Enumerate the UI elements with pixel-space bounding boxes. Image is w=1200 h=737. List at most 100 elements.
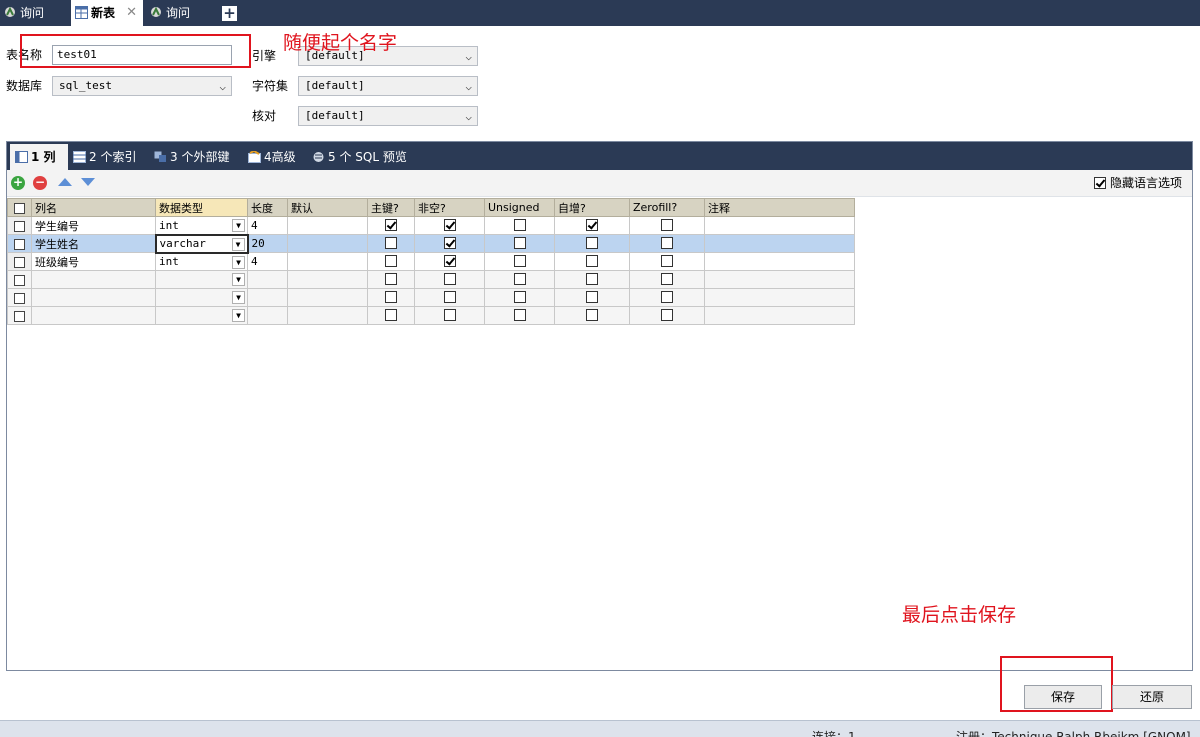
tab-new-table[interactable]: 新表 ✕ — [71, 0, 143, 26]
cell-length[interactable]: 4 — [247, 252, 288, 271]
zerofill-checkbox[interactable] — [661, 219, 673, 231]
auto-increment-checkbox[interactable] — [586, 219, 598, 231]
cell-comment[interactable] — [704, 252, 855, 271]
primary-key-checkbox[interactable] — [385, 237, 397, 249]
cell-primary-key[interactable] — [367, 252, 415, 271]
row-select-checkbox[interactable] — [7, 252, 32, 271]
cell-unsigned[interactable] — [484, 216, 555, 235]
cell-zerofill[interactable] — [629, 252, 705, 271]
cell-unsigned[interactable] — [484, 252, 555, 271]
cell-zerofill[interactable] — [629, 216, 705, 235]
cell-default[interactable] — [287, 288, 368, 307]
not-null-checkbox[interactable] — [443, 291, 456, 303]
cell-unsigned[interactable] — [484, 306, 555, 325]
unsigned-checkbox[interactable] — [513, 309, 526, 321]
cell-data-type[interactable]: ▼ — [155, 306, 248, 325]
cell-not-null[interactable] — [414, 270, 485, 289]
cell-auto-increment[interactable] — [554, 306, 630, 325]
collation-select[interactable]: [default] ⌵ — [298, 106, 478, 126]
tab-foreign-keys[interactable]: 3 个外部键 — [149, 144, 241, 170]
primary-key-checkbox[interactable] — [385, 291, 397, 303]
row-select-checkbox[interactable] — [7, 234, 32, 253]
table-row[interactable]: ▼ — [7, 306, 855, 325]
row-select-checkbox[interactable] — [7, 306, 32, 325]
tab-indexes[interactable]: 2 个索引 — [68, 144, 148, 170]
cell-column-name[interactable] — [31, 270, 156, 289]
tab-query-1[interactable]: 询问 — [0, 0, 68, 26]
select-all-checkbox[interactable] — [7, 198, 32, 217]
header-unsigned[interactable]: Unsigned — [484, 198, 555, 217]
cell-column-name[interactable] — [31, 288, 156, 307]
move-down-icon[interactable] — [81, 178, 95, 186]
tab-sql-preview[interactable]: 5 个 SQL 预览 — [307, 144, 423, 170]
zerofill-checkbox[interactable] — [661, 237, 673, 249]
cell-length[interactable]: 4 — [247, 216, 288, 235]
tab-query-2[interactable]: 询问 — [146, 0, 216, 26]
unsigned-checkbox[interactable] — [513, 291, 526, 303]
cell-unsigned[interactable] — [484, 270, 555, 289]
cell-not-null[interactable] — [414, 252, 485, 271]
not-null-checkbox[interactable] — [443, 255, 456, 267]
header-primary-key[interactable]: 主键? — [367, 198, 415, 217]
cell-auto-increment[interactable] — [554, 288, 630, 307]
cell-length[interactable] — [247, 306, 288, 325]
chevron-down-icon[interactable]: ▼ — [232, 255, 245, 269]
chevron-down-icon[interactable]: ▼ — [232, 273, 245, 286]
save-button[interactable]: 保存 — [1024, 685, 1102, 709]
chevron-down-icon[interactable]: ▼ — [232, 291, 245, 304]
primary-key-checkbox[interactable] — [385, 273, 397, 285]
cell-data-type[interactable]: int ▼ — [155, 216, 248, 235]
header-column-name[interactable]: 列名 — [31, 198, 156, 217]
database-select[interactable]: sql_test ⌵ — [52, 76, 232, 96]
table-row[interactable]: 学生姓名 varchar ▼ 20 — [7, 233, 855, 254]
tab-columns[interactable]: 1 列 — [10, 144, 68, 170]
cell-default[interactable] — [287, 216, 368, 235]
delete-column-icon[interactable]: − — [33, 176, 47, 190]
not-null-checkbox[interactable] — [443, 219, 456, 231]
cell-data-type[interactable]: varchar ▼ — [154, 233, 249, 254]
cell-default[interactable] — [287, 252, 368, 271]
cell-primary-key[interactable] — [367, 306, 415, 325]
cell-comment[interactable] — [704, 216, 855, 235]
not-null-checkbox[interactable] — [443, 273, 456, 285]
table-row[interactable]: 班级编号 int ▼ 4 — [7, 252, 855, 271]
tab-advanced[interactable]: 4高级 — [243, 144, 303, 170]
cell-auto-increment[interactable] — [554, 234, 630, 253]
primary-key-checkbox[interactable] — [385, 309, 397, 321]
cell-data-type[interactable]: int ▼ — [155, 252, 248, 271]
unsigned-checkbox[interactable] — [513, 219, 526, 231]
cell-default[interactable] — [287, 234, 368, 253]
zerofill-checkbox[interactable] — [661, 273, 673, 285]
move-up-icon[interactable] — [58, 178, 72, 186]
cell-data-type[interactable]: ▼ — [155, 288, 248, 307]
cell-zerofill[interactable] — [629, 288, 705, 307]
auto-increment-checkbox[interactable] — [586, 291, 598, 303]
header-auto-increment[interactable]: 自增? — [554, 198, 630, 217]
cell-comment[interactable] — [704, 270, 855, 289]
charset-select[interactable]: [default] ⌵ — [298, 76, 478, 96]
cell-not-null[interactable] — [414, 306, 485, 325]
auto-increment-checkbox[interactable] — [586, 255, 598, 267]
header-length[interactable]: 长度 — [247, 198, 288, 217]
add-column-icon[interactable]: + — [11, 176, 25, 190]
auto-increment-checkbox[interactable] — [586, 273, 598, 285]
cell-length[interactable]: 20 — [247, 234, 288, 253]
table-row[interactable]: ▼ — [7, 288, 855, 307]
cell-default[interactable] — [287, 270, 368, 289]
cell-unsigned[interactable] — [484, 234, 555, 253]
cell-column-name[interactable]: 学生编号 — [31, 216, 156, 235]
unsigned-checkbox[interactable] — [513, 273, 526, 285]
cell-column-name[interactable]: 学生姓名 — [31, 234, 156, 253]
cell-not-null[interactable] — [414, 216, 485, 235]
primary-key-checkbox[interactable] — [385, 219, 397, 231]
cell-comment[interactable] — [704, 288, 855, 307]
cell-primary-key[interactable] — [367, 270, 415, 289]
cell-not-null[interactable] — [414, 234, 485, 253]
cell-unsigned[interactable] — [484, 288, 555, 307]
not-null-checkbox[interactable] — [443, 309, 456, 321]
close-icon[interactable]: ✕ — [126, 0, 137, 26]
cell-auto-increment[interactable] — [554, 270, 630, 289]
cell-column-name[interactable] — [31, 306, 156, 325]
cell-data-type[interactable]: ▼ — [155, 270, 248, 289]
header-data-type[interactable]: 数据类型 — [155, 198, 248, 217]
